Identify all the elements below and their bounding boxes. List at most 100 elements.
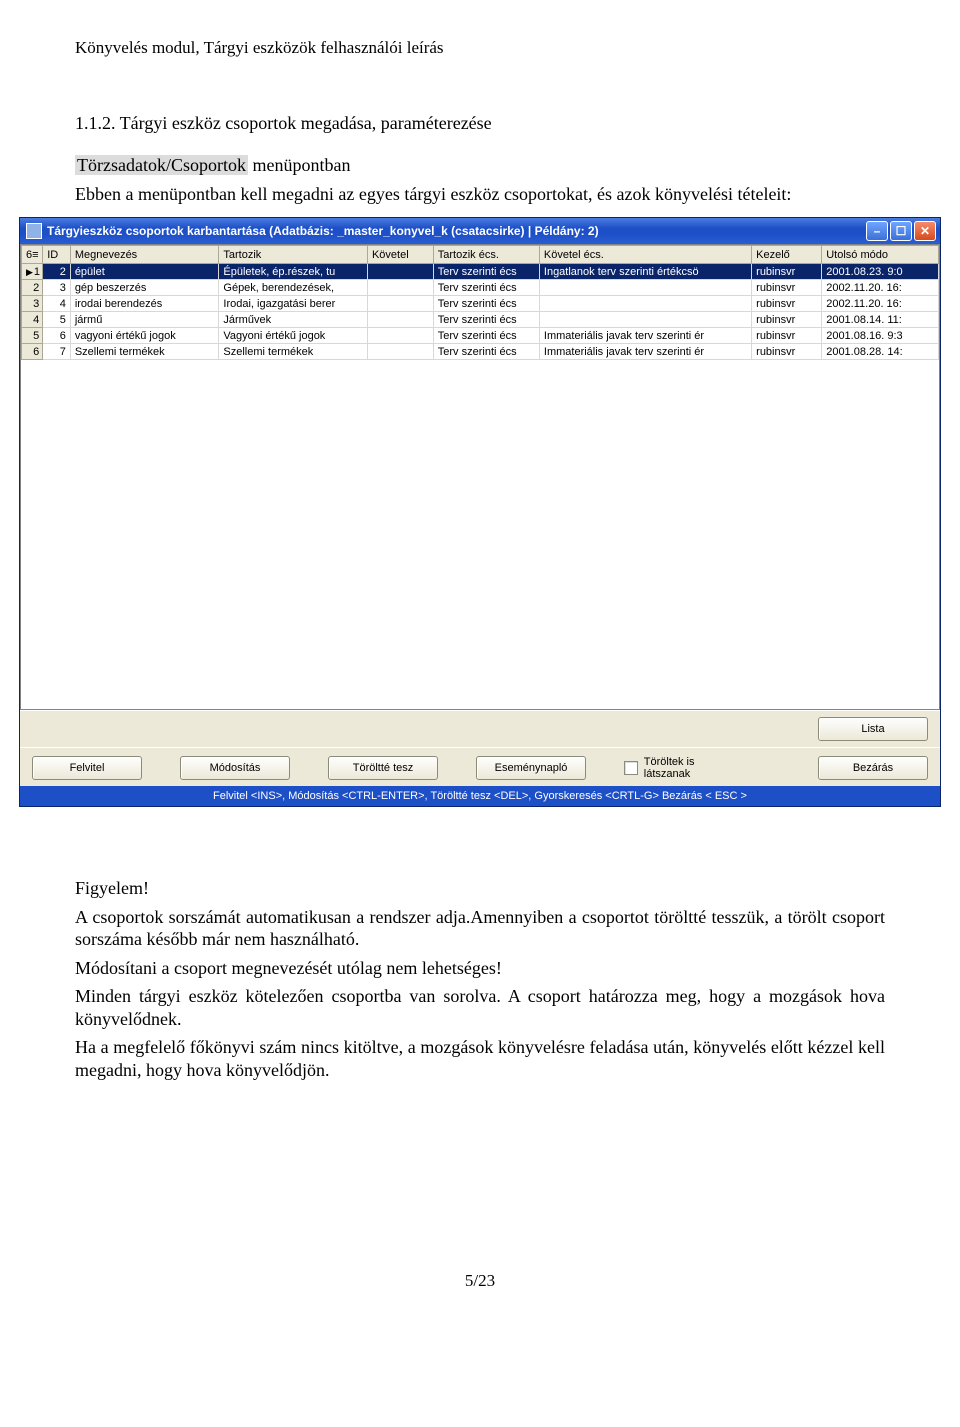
table-cell[interactable]: 7 (43, 344, 71, 360)
table-row[interactable]: 12épületÉpületek, ép.részek, tu Terv szer… (22, 264, 939, 280)
table-cell[interactable]: vagyoni értékű jogok (70, 328, 219, 344)
toroltte-button[interactable]: Töröltté tesz (328, 756, 438, 780)
table-cell[interactable]: 2001.08.16. 9:3 (822, 328, 939, 344)
menu-path-suffix: menüpontban (248, 155, 350, 175)
table-cell[interactable]: Terv szerinti écs (433, 328, 539, 344)
secondary-button-row: Lista (20, 710, 940, 747)
grid-header-row: 6≡ ID Megnevezés Tartozik Követel Tartoz… (22, 246, 939, 264)
grid-header[interactable]: Követel écs. (539, 246, 751, 264)
table-cell[interactable]: Terv szerinti écs (433, 296, 539, 312)
app-icon (26, 223, 42, 239)
checkbox-icon[interactable] (624, 761, 638, 775)
titlebar[interactable]: Tárgyieszköz csoportok karbantartása (Ad… (20, 218, 940, 244)
table-cell[interactable]: Terv szerinti écs (433, 280, 539, 296)
table-cell[interactable]: 2001.08.28. 14: (822, 344, 939, 360)
maximize-icon[interactable]: ☐ (890, 221, 912, 241)
table-cell[interactable] (367, 264, 433, 280)
table-cell[interactable]: Járművek (219, 312, 368, 328)
table-cell[interactable]: rubinsvr (752, 280, 822, 296)
table-cell[interactable] (539, 296, 751, 312)
table-cell[interactable]: 6 (22, 344, 43, 360)
grid-header[interactable]: ID (43, 246, 71, 264)
table-cell[interactable] (367, 328, 433, 344)
table-cell[interactable] (367, 280, 433, 296)
table-cell[interactable]: rubinsvr (752, 296, 822, 312)
attention-label: Figyelem! (75, 877, 885, 900)
table-cell[interactable]: épület (70, 264, 219, 280)
grid-header[interactable]: Tartozik (219, 246, 368, 264)
app-window: Tárgyieszköz csoportok karbantartása (Ad… (19, 217, 941, 807)
main-button-row: Felvitel Módosítás Töröltté tesz Esemény… (20, 747, 940, 786)
menu-path: Törzsadatok/Csoportok (75, 155, 248, 175)
close-icon[interactable]: ✕ (914, 221, 936, 241)
table-row[interactable]: 23gép beszerzésGépek, berendezések, Terv … (22, 280, 939, 296)
section-heading: 1.1.2. Tárgyi eszköz csoportok megadása,… (75, 113, 885, 134)
table-cell[interactable]: 4 (43, 296, 71, 312)
grid-header[interactable]: Tartozik écs. (433, 246, 539, 264)
grid-header[interactable]: Kezelő (752, 246, 822, 264)
bezaras-button[interactable]: Bezárás (818, 756, 928, 780)
table-cell[interactable]: 5 (43, 312, 71, 328)
table-cell[interactable]: 2 (22, 280, 43, 296)
table-cell[interactable]: rubinsvr (752, 328, 822, 344)
table-cell[interactable]: 4 (22, 312, 43, 328)
table-cell[interactable]: 2001.08.14. 11: (822, 312, 939, 328)
table-cell[interactable]: 1 (22, 264, 43, 280)
table-cell[interactable]: Terv szerinti écs (433, 264, 539, 280)
table-cell[interactable]: 6 (43, 328, 71, 344)
table-cell[interactable]: rubinsvr (752, 344, 822, 360)
table-cell[interactable]: gép beszerzés (70, 280, 219, 296)
table-cell[interactable]: irodai berendezés (70, 296, 219, 312)
table-cell[interactable]: jármű (70, 312, 219, 328)
table-cell[interactable]: 5 (22, 328, 43, 344)
table-cell[interactable]: Szellemi termékek (70, 344, 219, 360)
table-cell[interactable]: rubinsvr (752, 264, 822, 280)
table-cell[interactable]: 3 (22, 296, 43, 312)
toroltek-checkbox[interactable]: Töröltek is látszanak (624, 756, 742, 780)
table-cell[interactable]: Terv szerinti écs (433, 312, 539, 328)
grid-header[interactable]: Követel (367, 246, 433, 264)
table-cell[interactable]: Szellemi termékek (219, 344, 368, 360)
felvitel-button[interactable]: Felvitel (32, 756, 142, 780)
table-cell[interactable]: Vagyoni értékű jogok (219, 328, 368, 344)
grid-header-handle[interactable]: 6≡ (22, 246, 43, 264)
grid-header[interactable]: Megnevezés (70, 246, 219, 264)
minimize-icon[interactable]: – (866, 221, 888, 241)
table-cell[interactable]: Irodai, igazgatási berer (219, 296, 368, 312)
paragraph: A csoportok sorszámát automatikusan a re… (75, 906, 885, 951)
toroltek-label: Töröltek is látszanak (644, 756, 742, 780)
table-cell[interactable] (539, 280, 751, 296)
table-cell[interactable]: 2002.11.20. 16: (822, 280, 939, 296)
menu-path-line: Törzsadatok/Csoportok menüpontban (75, 154, 885, 177)
doc-header: Könyvelés modul, Tárgyi eszközök felhasz… (75, 38, 885, 58)
paragraph: Ha a megfelelő főkönyvi szám nincs kitöl… (75, 1036, 885, 1081)
table-row[interactable]: 45járműJárművek Terv szerinti écs rubinsvr… (22, 312, 939, 328)
table-row[interactable]: 67Szellemi termékekSzellemi termékekTerv… (22, 344, 939, 360)
table-cell[interactable]: 2002.11.20. 16: (822, 296, 939, 312)
table-cell[interactable] (367, 344, 433, 360)
table-cell[interactable]: Immateriális javak terv szerinti ér (539, 344, 751, 360)
window-title: Tárgyieszköz csoportok karbantartása (Ad… (47, 224, 866, 238)
table-cell[interactable] (367, 312, 433, 328)
table-cell[interactable]: Immateriális javak terv szerinti ér (539, 328, 751, 344)
data-grid[interactable]: 6≡ ID Megnevezés Tartozik Követel Tartoz… (20, 244, 940, 710)
esemenynaplo-button[interactable]: Eseménynapló (476, 756, 586, 780)
table-cell[interactable]: 2001.08.23. 9:0 (822, 264, 939, 280)
table-cell[interactable]: Ingatlanok terv szerinti értékcsö (539, 264, 751, 280)
table-cell[interactable]: 3 (43, 280, 71, 296)
lista-button[interactable]: Lista (818, 717, 928, 741)
page-number: 5/23 (75, 1271, 885, 1291)
table-row[interactable]: 34irodai berendezésIrodai, igazgatási be… (22, 296, 939, 312)
paragraph: Minden tárgyi eszköz kötelezően csoportb… (75, 985, 885, 1030)
table-cell[interactable] (367, 296, 433, 312)
table-cell[interactable]: Terv szerinti écs (433, 344, 539, 360)
table-cell[interactable]: Épületek, ép.részek, tu (219, 264, 368, 280)
table-cell[interactable] (539, 312, 751, 328)
table-cell[interactable]: Gépek, berendezések, (219, 280, 368, 296)
table-cell[interactable]: rubinsvr (752, 312, 822, 328)
table-cell[interactable]: 2 (43, 264, 71, 280)
statusbar: Felvitel <INS>, Módosítás <CTRL-ENTER>, … (20, 786, 940, 806)
modositas-button[interactable]: Módosítás (180, 756, 290, 780)
grid-header[interactable]: Utolsó módo (822, 246, 939, 264)
table-row[interactable]: 56vagyoni értékű jogokVagyoni értékű jog… (22, 328, 939, 344)
